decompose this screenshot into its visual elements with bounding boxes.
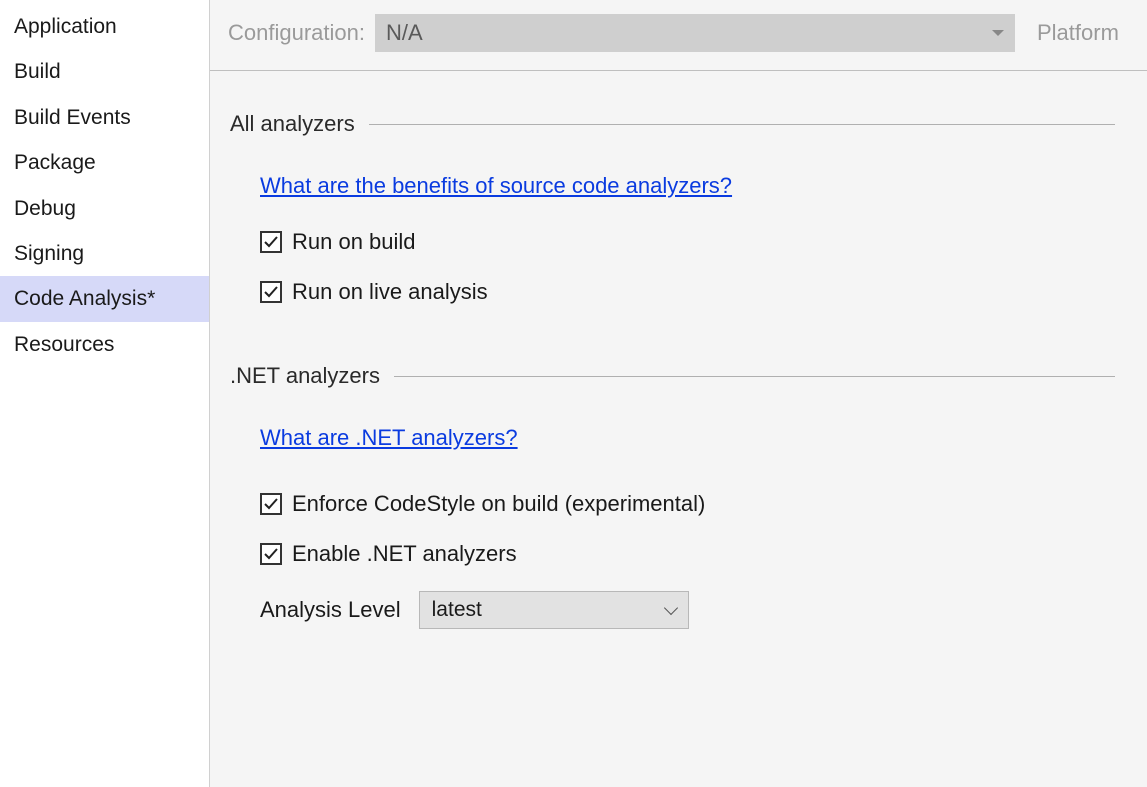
chevron-down-icon [992, 30, 1004, 36]
sidebar-item-application[interactable]: Application [0, 4, 209, 49]
configuration-select[interactable]: N/A [375, 14, 1015, 52]
section-header: .NET analyzers [230, 363, 1115, 389]
checkbox-enforce-codestyle-row: Enforce CodeStyle on build (experimental… [260, 491, 1115, 517]
checkbox-enforce-codestyle[interactable] [260, 493, 282, 515]
checkbox-enable-net-analyzers[interactable] [260, 543, 282, 565]
checkbox-label: Enforce CodeStyle on build (experimental… [292, 491, 705, 517]
divider [369, 124, 1115, 125]
main-panel: Configuration: N/A Platform All analyzer… [210, 0, 1147, 787]
checkbox-run-on-build[interactable] [260, 231, 282, 253]
top-bar: Configuration: N/A Platform [210, 0, 1147, 71]
platform-label: Platform [1037, 20, 1119, 46]
analysis-level-select[interactable]: latest [419, 591, 689, 629]
sidebar-item-package[interactable]: Package [0, 140, 209, 185]
section-title-all-analyzers: All analyzers [230, 111, 355, 137]
section-title-net-analyzers: .NET analyzers [230, 363, 380, 389]
sidebar-item-resources[interactable]: Resources [0, 322, 209, 367]
chevron-down-icon [664, 601, 678, 615]
sidebar-item-code-analysis[interactable]: Code Analysis* [0, 276, 209, 321]
sidebar: Application Build Build Events Package D… [0, 0, 210, 787]
content-area: All analyzers What are the benefits of s… [210, 71, 1147, 707]
checkmark-icon [263, 546, 279, 562]
sidebar-item-debug[interactable]: Debug [0, 186, 209, 231]
section-all-analyzers: All analyzers What are the benefits of s… [230, 111, 1115, 305]
checkbox-enable-net-analyzers-row: Enable .NET analyzers [260, 541, 1115, 567]
checkbox-run-on-build-row: Run on build [260, 229, 1115, 255]
analysis-level-value: latest [432, 598, 482, 622]
configuration-value: N/A [386, 20, 423, 46]
link-benefits-analyzers[interactable]: What are the benefits of source code ana… [260, 173, 732, 199]
sidebar-item-build-events[interactable]: Build Events [0, 95, 209, 140]
sidebar-item-signing[interactable]: Signing [0, 231, 209, 276]
checkbox-label: Run on live analysis [292, 279, 488, 305]
checkmark-icon [263, 284, 279, 300]
checkbox-label: Run on build [292, 229, 416, 255]
divider [394, 376, 1115, 377]
link-net-analyzers[interactable]: What are .NET analyzers? [260, 425, 518, 451]
analysis-level-row: Analysis Level latest [260, 591, 1115, 629]
checkbox-run-on-live[interactable] [260, 281, 282, 303]
checkbox-label: Enable .NET analyzers [292, 541, 517, 567]
checkbox-run-on-live-row: Run on live analysis [260, 279, 1115, 305]
checkmark-icon [263, 234, 279, 250]
section-header: All analyzers [230, 111, 1115, 137]
configuration-label: Configuration: [228, 20, 365, 46]
section-net-analyzers: .NET analyzers What are .NET analyzers? … [230, 363, 1115, 629]
analysis-level-label: Analysis Level [260, 597, 401, 623]
checkmark-icon [263, 496, 279, 512]
sidebar-item-build[interactable]: Build [0, 49, 209, 94]
